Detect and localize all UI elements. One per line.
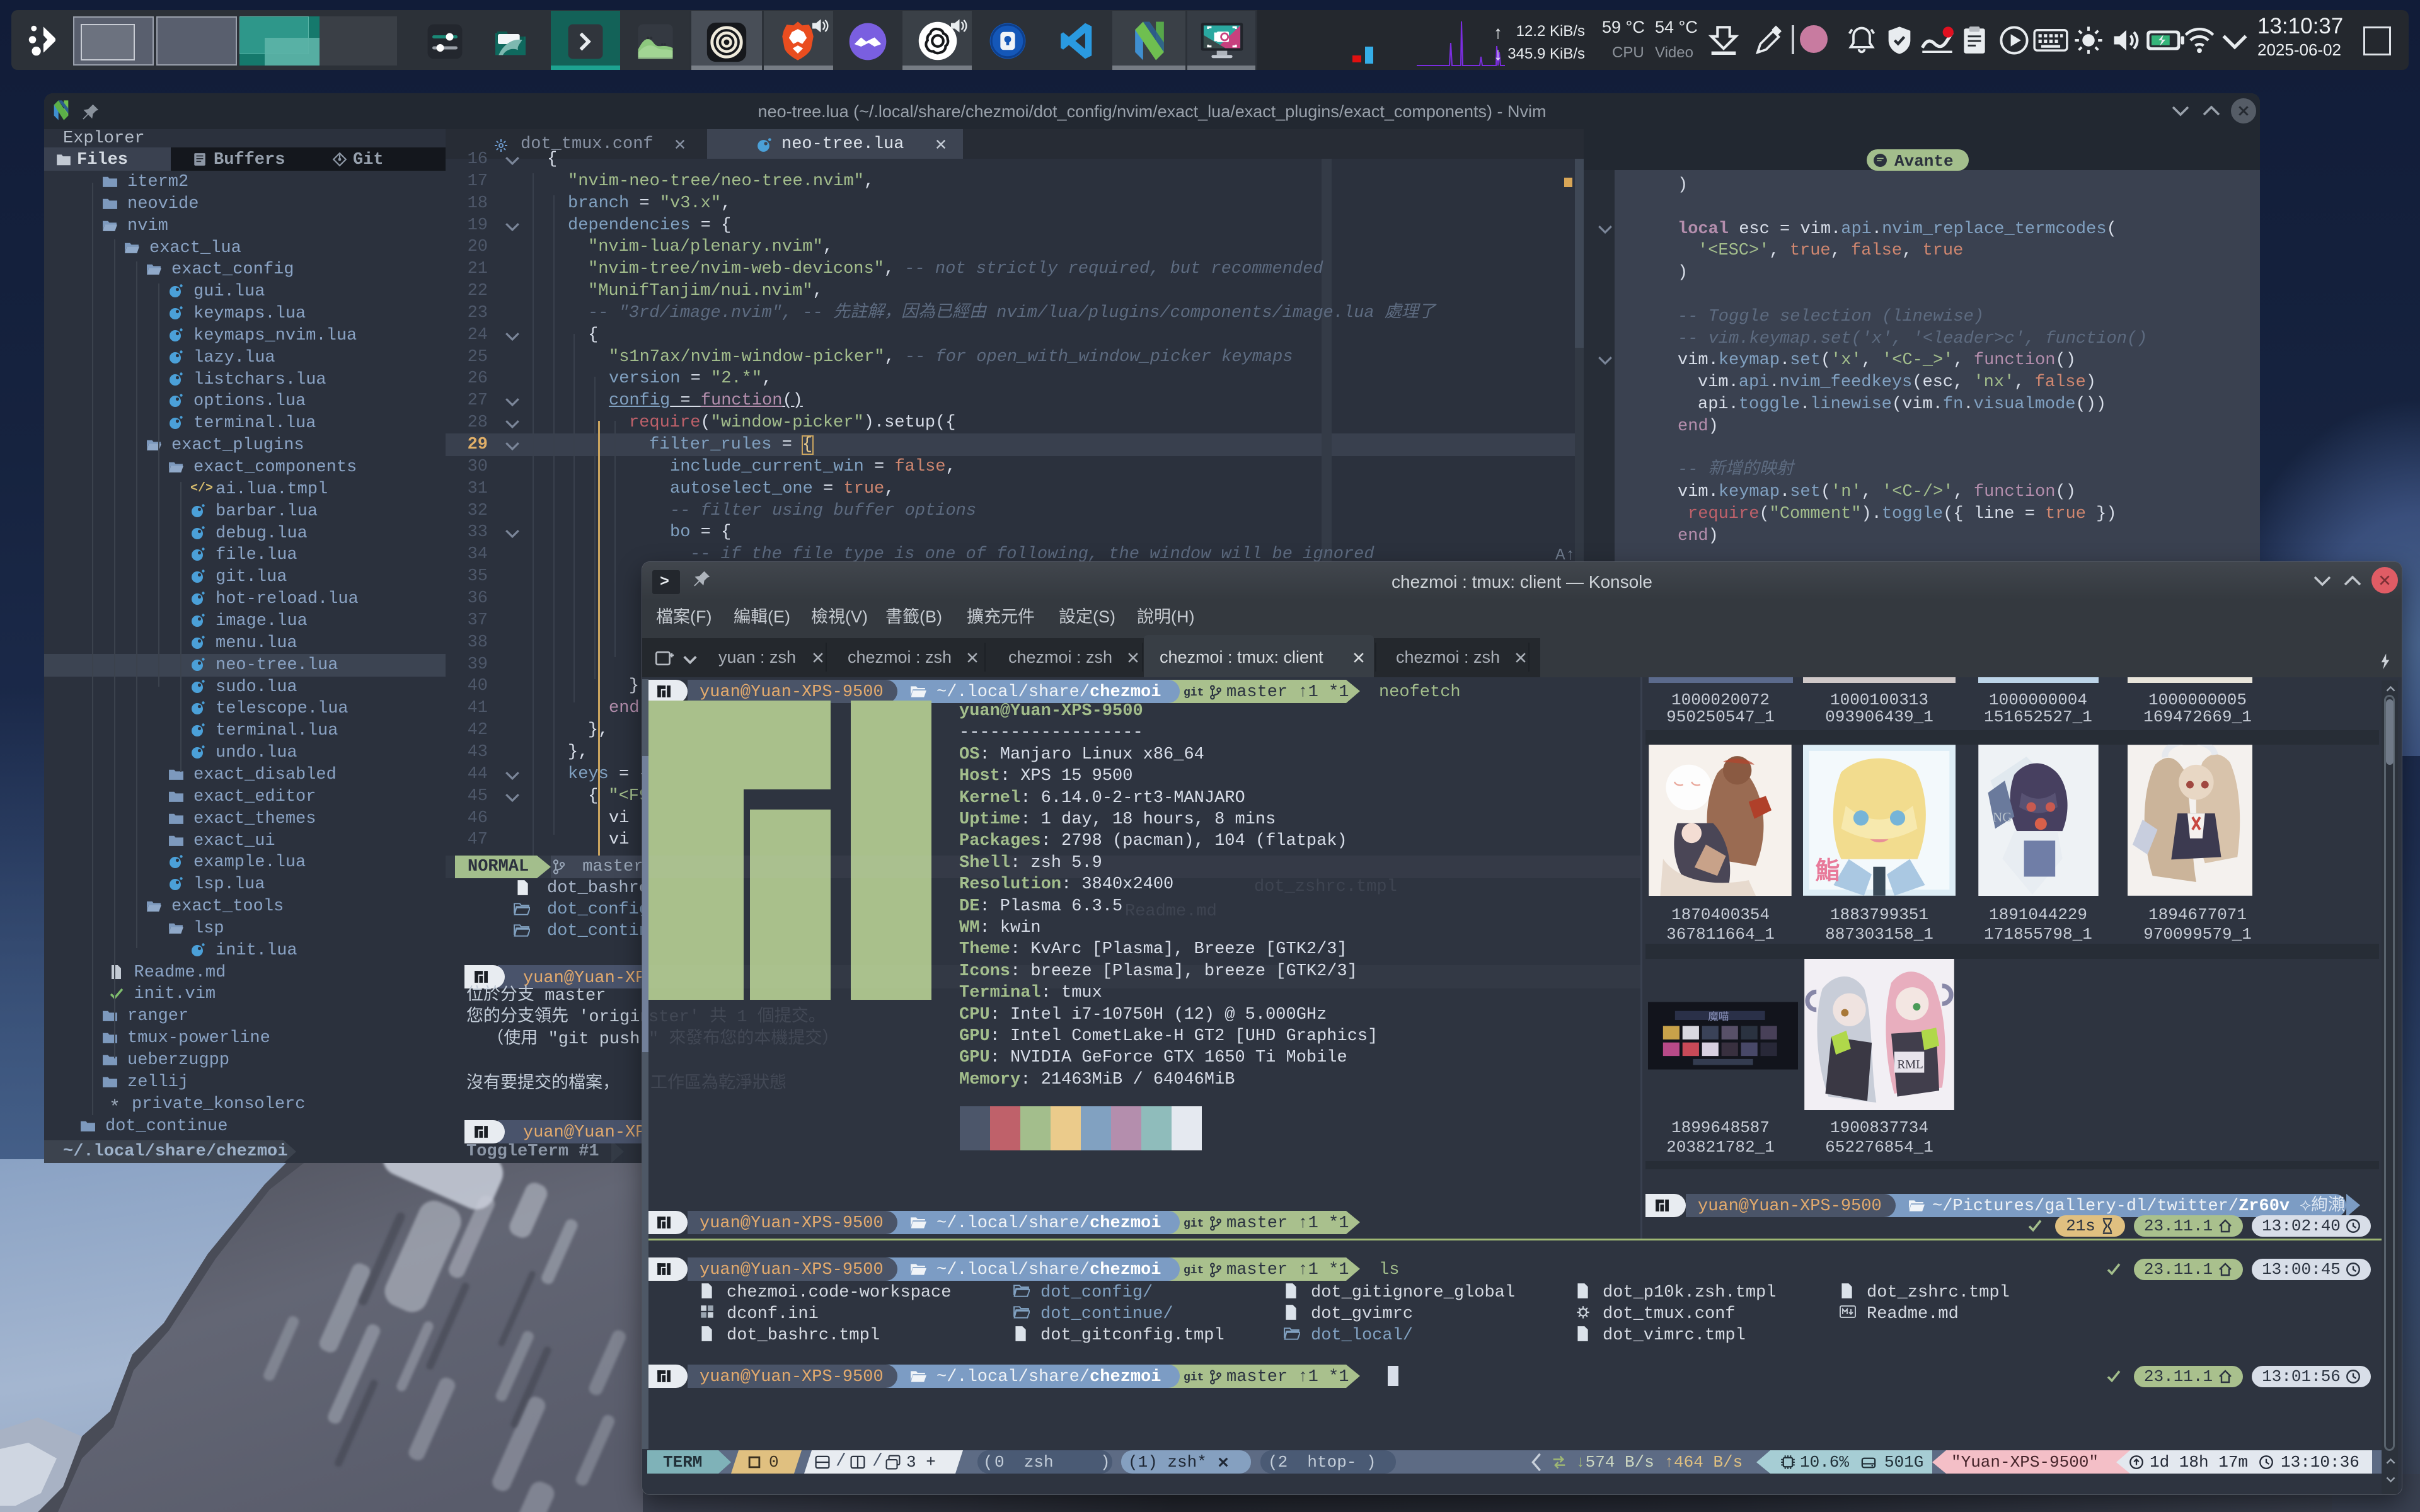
svg-text:鮨: 鮨 xyxy=(1815,857,1840,885)
svg-text:RML: RML xyxy=(1898,1058,1923,1071)
svg-text:魔喵: 魔喵 xyxy=(1708,1011,1729,1022)
svg-text:NG: NG xyxy=(1993,810,2012,825)
